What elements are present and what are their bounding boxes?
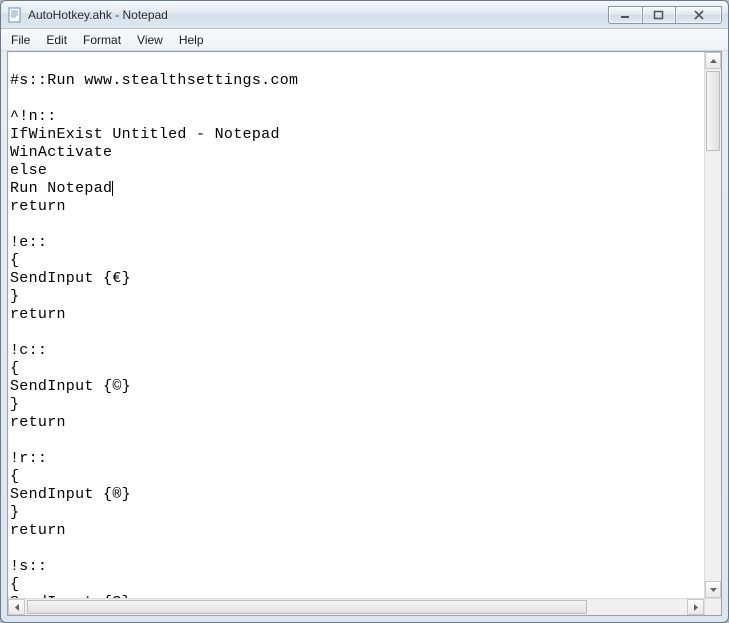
menubar: File Edit Format View Help bbox=[1, 29, 728, 51]
maximize-button[interactable] bbox=[642, 6, 676, 24]
scroll-corner bbox=[704, 598, 721, 615]
scroll-up-button[interactable] bbox=[705, 52, 721, 69]
menu-file[interactable]: File bbox=[3, 29, 38, 50]
menu-help[interactable]: Help bbox=[171, 29, 212, 50]
menu-edit[interactable]: Edit bbox=[38, 29, 75, 50]
notepad-icon bbox=[7, 7, 23, 23]
notepad-window: AutoHotkey.ahk - Notepad File Edit Forma… bbox=[0, 0, 729, 623]
text-editor[interactable]: #s::Run www.stealthsettings.com ^!n:: If… bbox=[8, 52, 704, 598]
titlebar[interactable]: AutoHotkey.ahk - Notepad bbox=[1, 1, 728, 29]
hscroll-track[interactable] bbox=[25, 599, 687, 615]
window-title: AutoHotkey.ahk - Notepad bbox=[28, 8, 168, 22]
menu-view[interactable]: View bbox=[129, 29, 171, 50]
scroll-left-button[interactable] bbox=[8, 599, 25, 615]
vscroll-thumb[interactable] bbox=[706, 71, 720, 151]
horizontal-scrollbar[interactable] bbox=[8, 598, 704, 615]
vertical-scrollbar[interactable] bbox=[704, 52, 721, 598]
menu-format[interactable]: Format bbox=[75, 29, 129, 50]
editor-wrap: #s::Run www.stealthsettings.com ^!n:: If… bbox=[8, 52, 721, 598]
client-area: #s::Run www.stealthsettings.com ^!n:: If… bbox=[7, 51, 722, 616]
text-caret bbox=[112, 181, 113, 196]
minimize-button[interactable] bbox=[608, 6, 642, 24]
scroll-down-button[interactable] bbox=[705, 581, 721, 598]
hscroll-thumb[interactable] bbox=[27, 600, 587, 614]
scroll-right-button[interactable] bbox=[687, 599, 704, 615]
window-controls bbox=[608, 6, 722, 24]
close-button[interactable] bbox=[676, 6, 722, 24]
vscroll-track[interactable] bbox=[705, 69, 721, 581]
